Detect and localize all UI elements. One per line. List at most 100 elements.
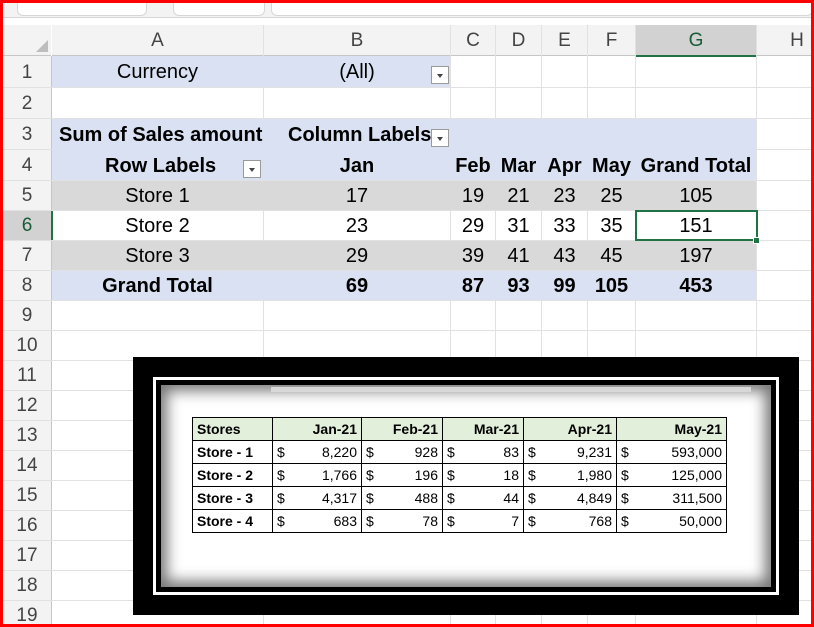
table-header-row: Stores Jan-21 Feb-21 Mar-21 Apr-21 May-2… bbox=[192, 417, 727, 441]
table-cell: 4,849 bbox=[547, 486, 617, 510]
row-header-6[interactable]: 6 bbox=[3, 211, 53, 240]
value-cell[interactable]: 41 bbox=[496, 245, 541, 268]
total-cell[interactable]: 105 bbox=[636, 185, 756, 208]
row-header-17[interactable]: 17 bbox=[3, 541, 52, 570]
grand-total-cell[interactable]: 87 bbox=[451, 275, 495, 298]
pivot-column-labels: Column Labels bbox=[288, 124, 432, 146]
value-cell[interactable]: 33 bbox=[542, 215, 587, 238]
grand-total-cell[interactable]: 69 bbox=[264, 275, 450, 298]
currency-symbol: $ bbox=[361, 463, 386, 487]
value-cell[interactable]: 21 bbox=[496, 185, 541, 208]
total-cell[interactable]: 197 bbox=[636, 245, 756, 268]
value-cell[interactable]: 43 bbox=[542, 245, 587, 268]
col-header-a[interactable]: A bbox=[52, 25, 263, 56]
value-cell[interactable]: 23 bbox=[542, 185, 587, 208]
row-header-14[interactable]: 14 bbox=[3, 451, 52, 480]
value-cell[interactable]: 29 bbox=[264, 245, 450, 268]
value-cell[interactable]: 29 bbox=[451, 215, 495, 238]
col-header-b[interactable]: B bbox=[264, 25, 450, 56]
column-labels-filter-dropdown[interactable] bbox=[431, 129, 449, 147]
row-header-13[interactable]: 13 bbox=[3, 421, 52, 450]
pivot-filter-label: Currency bbox=[116, 61, 199, 83]
row-header-4[interactable]: 4 bbox=[3, 150, 52, 180]
col-header-h[interactable]: H bbox=[757, 25, 811, 56]
table-cell: 50,000 bbox=[640, 509, 727, 533]
currency-symbol: $ bbox=[272, 509, 297, 533]
grand-total-cell[interactable]: 93 bbox=[496, 275, 541, 298]
col-header-c[interactable]: C bbox=[451, 25, 495, 56]
value-cell[interactable]: 19 bbox=[451, 185, 495, 208]
col-header-label: F bbox=[605, 30, 618, 51]
row-header-16[interactable]: 16 bbox=[3, 511, 52, 540]
table-cell: Store - 1 bbox=[192, 440, 273, 464]
row-header-11[interactable]: 11 bbox=[3, 361, 52, 390]
row-header-3[interactable]: 3 bbox=[3, 119, 52, 149]
col-header-g[interactable]: G bbox=[636, 25, 756, 57]
table-cell: 7 bbox=[466, 509, 524, 533]
row-header-12[interactable]: 12 bbox=[3, 391, 52, 420]
currency-symbol: $ bbox=[442, 509, 467, 533]
row-header-2[interactable]: 2 bbox=[3, 88, 52, 118]
image-top-bar bbox=[271, 387, 751, 392]
row-header-1[interactable]: 1 bbox=[3, 56, 52, 87]
col-header-label: G bbox=[688, 30, 704, 51]
pivot-sum-label: Sum of Sales amount bbox=[59, 124, 263, 146]
row-header-19[interactable]: 19 bbox=[3, 601, 52, 624]
row-labels-filter-dropdown[interactable] bbox=[243, 160, 261, 178]
row-header-label: 13 bbox=[16, 425, 38, 446]
value-cell[interactable]: 45 bbox=[588, 245, 635, 268]
currency-symbol: $ bbox=[442, 463, 467, 487]
month-header-may: May bbox=[592, 155, 631, 177]
active-cell-outline bbox=[635, 210, 758, 241]
embedded-table-image[interactable]: Stores Jan-21 Feb-21 Mar-21 Apr-21 May-2… bbox=[133, 357, 799, 615]
currency-symbol: $ bbox=[616, 486, 641, 510]
currency-symbol: $ bbox=[361, 440, 386, 464]
pivot-filter-value: (All) bbox=[339, 61, 375, 83]
grand-total-sum[interactable]: 453 bbox=[636, 275, 756, 298]
row-header-label: 18 bbox=[16, 575, 38, 596]
row-header-8[interactable]: 8 bbox=[3, 271, 52, 300]
currency-filter-dropdown[interactable] bbox=[431, 66, 449, 84]
table-row: Store - 3 $4,317 $488 $44 $4,849 $311,50… bbox=[192, 486, 727, 510]
value-cell[interactable]: 17 bbox=[264, 185, 450, 208]
col-header-f[interactable]: F bbox=[588, 25, 635, 56]
value-cell[interactable]: 23 bbox=[264, 215, 450, 238]
select-all-corner[interactable] bbox=[3, 25, 51, 56]
row-header-5[interactable]: 5 bbox=[3, 181, 52, 210]
grand-total-cell[interactable]: 105 bbox=[588, 275, 635, 298]
value-cell[interactable]: 25 bbox=[588, 185, 635, 208]
value-cell[interactable]: 35 bbox=[588, 215, 635, 238]
sales-table: Stores Jan-21 Feb-21 Mar-21 Apr-21 May-2… bbox=[192, 417, 727, 533]
table-cell: 768 bbox=[547, 509, 617, 533]
table-header: Apr-21 bbox=[523, 417, 617, 441]
spreadsheet-grid[interactable]: A B C D E F G H 1 2 3 4 5 6 7 8 9 10 11 … bbox=[3, 3, 811, 624]
fill-handle[interactable] bbox=[753, 237, 760, 244]
row-header-label: 7 bbox=[21, 245, 33, 266]
value-cell[interactable]: 31 bbox=[496, 215, 541, 238]
store-label: Store 2 bbox=[125, 215, 190, 237]
col-header-label: D bbox=[511, 30, 526, 51]
month-header-mar: Mar bbox=[500, 155, 537, 177]
currency-symbol: $ bbox=[616, 440, 641, 464]
value-cell[interactable]: 39 bbox=[451, 245, 495, 268]
table-cell: Store - 2 bbox=[192, 463, 273, 487]
screenshot-frame: A B C D E F G H 1 2 3 4 5 6 7 8 9 10 11 … bbox=[0, 0, 814, 627]
col-header-label: C bbox=[466, 30, 480, 51]
row-header-10[interactable]: 10 bbox=[3, 331, 52, 360]
col-header-d[interactable]: D bbox=[496, 25, 541, 56]
row-header-label: 9 bbox=[21, 305, 33, 326]
row-header-18[interactable]: 18 bbox=[3, 571, 52, 600]
table-cell: 83 bbox=[466, 440, 524, 464]
row-header-9[interactable]: 9 bbox=[3, 301, 52, 330]
row-header-7[interactable]: 7 bbox=[3, 241, 52, 270]
table-cell: Store - 4 bbox=[192, 509, 273, 533]
table-cell: 125,000 bbox=[640, 463, 727, 487]
row-header-15[interactable]: 15 bbox=[3, 481, 52, 510]
grand-total-cell[interactable]: 99 bbox=[542, 275, 587, 298]
row-header-label: 6 bbox=[21, 215, 33, 236]
row-header-label: 14 bbox=[16, 455, 38, 476]
row-header-label: 1 bbox=[21, 62, 33, 83]
col-header-e[interactable]: E bbox=[542, 25, 587, 56]
row-header-label: 2 bbox=[21, 93, 33, 114]
row-header-label: 10 bbox=[16, 335, 38, 356]
